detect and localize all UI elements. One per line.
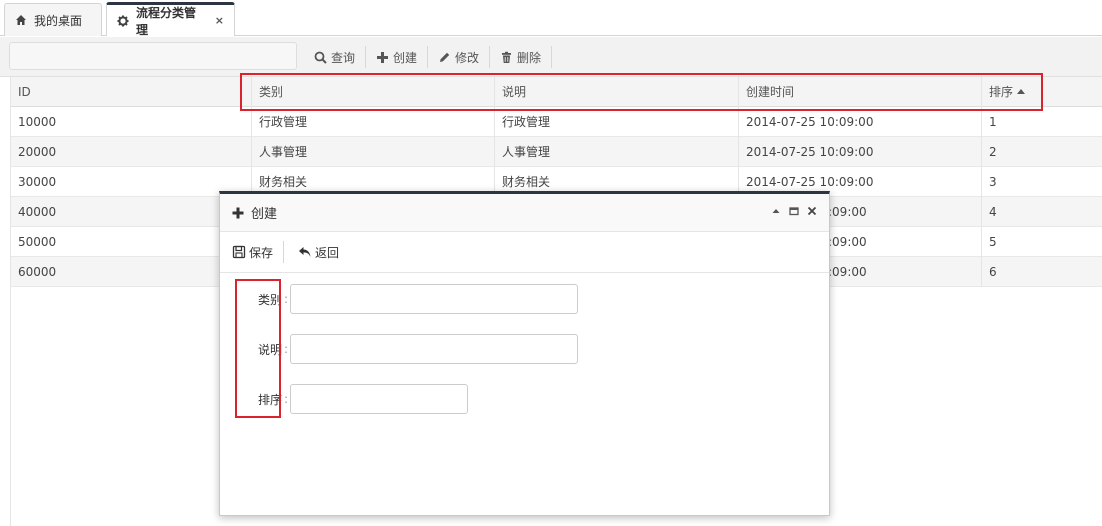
plus-icon	[376, 51, 389, 64]
table-row[interactable]: 20000 人事管理 人事管理 2014-07-25 10:09:00 2	[11, 137, 1102, 167]
cell-created-time: 2014-07-25 10:09:00	[739, 107, 982, 137]
cell-description: 行政管理	[495, 107, 739, 137]
cell-id: 60000	[11, 257, 252, 287]
delete-label: 删除	[517, 50, 542, 65]
gear-icon	[117, 15, 129, 27]
form-row-order: 排序 :	[250, 384, 468, 414]
save-icon	[232, 245, 246, 259]
cell-order: 6	[989, 265, 997, 279]
back-button[interactable]: 返回	[298, 244, 349, 261]
create-dialog: 创建 保存 返回 类别 : 说明 : 排序 :	[219, 191, 830, 516]
cell-order: 5	[989, 235, 997, 249]
tab-bar: 我的桌面 流程分类管理 ×	[0, 0, 1102, 37]
cell-description: 人事管理	[495, 137, 739, 167]
cell-id: 40000	[11, 197, 252, 227]
query-label: 查询	[331, 50, 356, 65]
pencil-icon	[438, 51, 451, 64]
column-header-created-time[interactable]: 创建时间	[739, 77, 982, 107]
category-label: 类别	[257, 292, 282, 307]
category-input[interactable]	[290, 284, 578, 314]
column-header-order-label: 排序	[989, 85, 1014, 99]
dialog-header: 创建	[220, 194, 829, 232]
trash-icon	[500, 51, 513, 64]
cell-id: 10000	[11, 107, 252, 137]
home-icon	[15, 14, 27, 26]
column-header-description[interactable]: 说明	[495, 77, 739, 107]
cell-order: 1	[989, 115, 997, 129]
delete-button[interactable]: 删除	[490, 46, 553, 68]
tab-label: 我的桌面	[34, 13, 83, 28]
tab-process-category[interactable]: 流程分类管理 ×	[106, 2, 235, 37]
cell-order: 2	[989, 145, 997, 159]
cell-category: 行政管理	[252, 107, 495, 137]
column-header-order[interactable]: 排序	[982, 77, 1102, 107]
search-icon	[314, 51, 327, 64]
collapse-icon[interactable]	[771, 206, 781, 216]
cell-order: 4	[989, 205, 997, 219]
cell-id: 30000	[11, 167, 252, 197]
dialog-title: 创建	[251, 207, 278, 222]
column-header-id[interactable]: ID	[11, 77, 252, 107]
close-icon[interactable]	[807, 206, 817, 216]
cell-created-time: 2014-07-25 10:09:00	[739, 137, 982, 167]
create-button[interactable]: 创建	[366, 46, 429, 68]
tab-label: 流程分类管理	[136, 5, 197, 37]
search-input[interactable]	[9, 42, 297, 70]
close-icon[interactable]: ×	[215, 14, 224, 27]
tab-desktop[interactable]: 我的桌面	[4, 3, 102, 36]
back-label: 返回	[315, 245, 340, 260]
create-label: 创建	[393, 50, 418, 65]
table-row[interactable]: 10000 行政管理 行政管理 2014-07-25 10:09:00 1	[11, 107, 1102, 137]
edit-label: 修改	[455, 50, 480, 65]
edit-button[interactable]: 修改	[428, 46, 491, 68]
order-input[interactable]	[290, 384, 468, 414]
cell-category: 人事管理	[252, 137, 495, 167]
maximize-icon[interactable]	[789, 206, 799, 216]
back-icon	[298, 245, 312, 259]
column-header-category[interactable]: 类别	[252, 77, 495, 107]
cell-id: 50000	[11, 227, 252, 257]
sort-ascending-icon	[1017, 89, 1026, 94]
form-row-description: 说明 :	[250, 334, 578, 364]
description-input[interactable]	[290, 334, 578, 364]
save-label: 保存	[249, 245, 274, 260]
order-label: 排序	[257, 392, 282, 407]
dialog-toolbar: 保存 返回	[220, 232, 829, 273]
grid-header: ID 类别 说明 创建时间 排序	[11, 77, 1102, 107]
grid-toolbar: 查询 创建 修改 删除	[0, 37, 1102, 77]
form-row-category: 类别 :	[250, 284, 578, 314]
description-label: 说明	[257, 342, 282, 357]
save-button[interactable]: 保存	[232, 244, 283, 261]
cell-order: 3	[989, 175, 997, 189]
toolbar-divider	[283, 241, 285, 263]
query-button[interactable]: 查询	[304, 46, 367, 68]
cell-id: 20000	[11, 137, 252, 167]
plus-icon	[232, 207, 244, 219]
